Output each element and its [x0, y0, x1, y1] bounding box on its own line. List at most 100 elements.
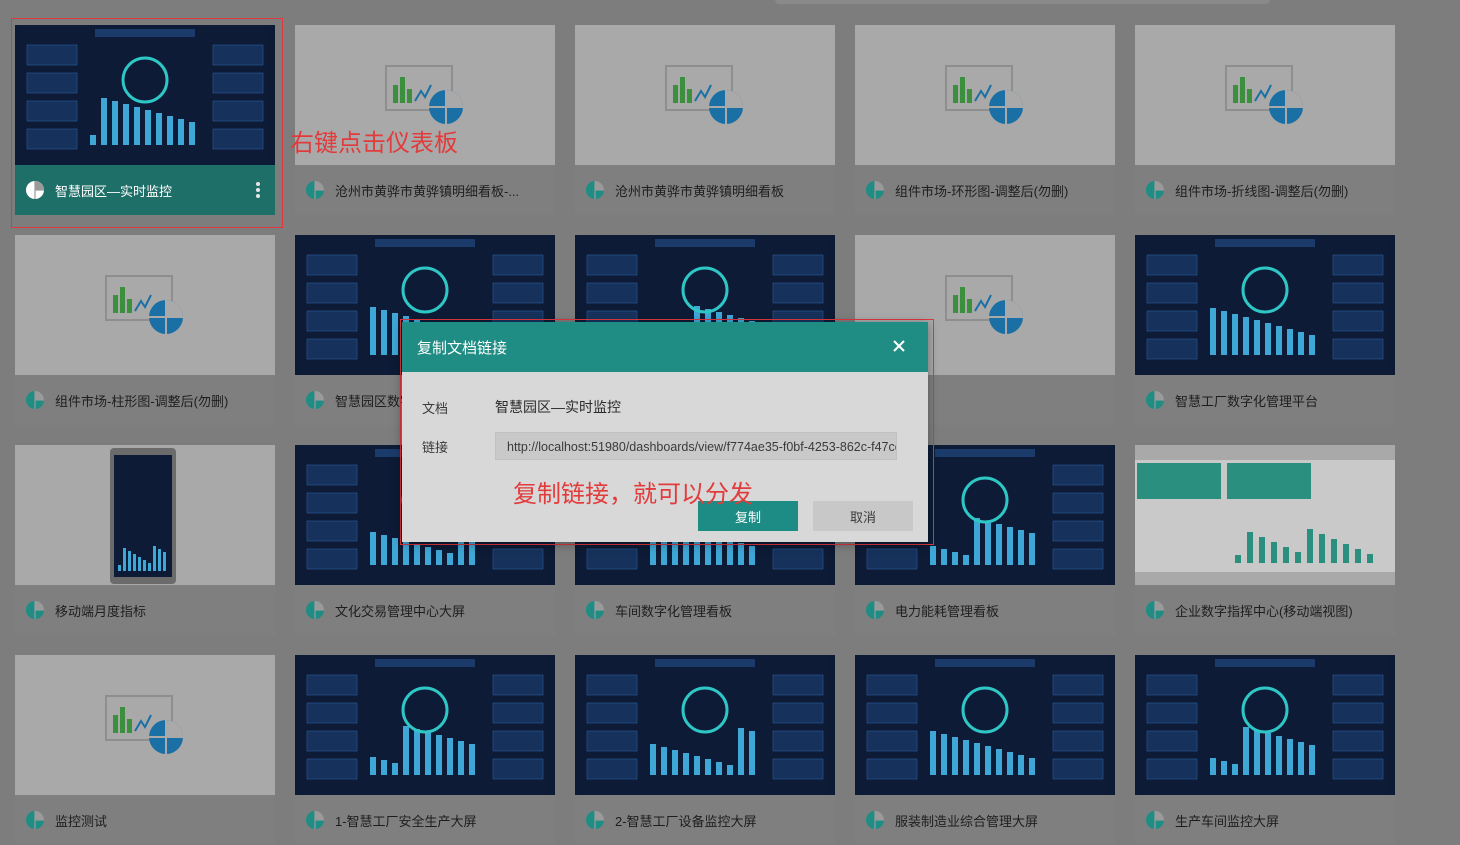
dashboard-type-icon — [26, 601, 44, 619]
dashboard-preview-image — [300, 655, 550, 795]
right-click-annotation: 右键点击仪表板 — [290, 130, 458, 157]
card-title: 文化交易管理中心大屏 — [335, 603, 466, 619]
link-label: 链接 — [422, 439, 449, 455]
card-thumbnail[interactable] — [1135, 655, 1395, 795]
dashboard-type-icon — [1146, 601, 1164, 619]
card-title: 车间数字化管理看板 — [615, 603, 733, 619]
card-footer[interactable]: 沧州市黄骅市黄骅镇明细看板-... — [295, 165, 555, 215]
dialog-header: 复制文档链接 — [402, 322, 928, 372]
dashboard-type-icon — [586, 181, 604, 199]
chart-placeholder-icon — [105, 275, 183, 334]
dashboard-card[interactable]: 组件市场-柱形图-调整后(勿删) — [15, 235, 275, 425]
dashboard-preview-image — [860, 655, 1110, 795]
card-thumbnail[interactable] — [15, 445, 275, 585]
dashboard-preview-image — [1140, 655, 1390, 795]
dashboard-card[interactable]: 1-智慧工厂安全生产大屏 — [295, 655, 555, 845]
doc-value: 智慧园区—实时监控 — [495, 399, 621, 415]
card-thumbnail[interactable] — [15, 655, 275, 795]
dashboard-type-icon — [1146, 811, 1164, 829]
card-footer[interactable]: 服装制造业综合管理大屏 — [855, 795, 1115, 845]
card-footer[interactable]: 企业数字指挥中心(移动端视图) — [1135, 585, 1395, 635]
card-footer[interactable]: 文化交易管理中心大屏 — [295, 585, 555, 635]
card-footer[interactable]: 监控测试 — [15, 795, 275, 845]
dashboard-card[interactable]: 服装制造业综合管理大屏 — [855, 655, 1115, 845]
dashboard-type-icon — [1146, 391, 1164, 409]
card-thumbnail[interactable] — [15, 235, 275, 375]
dashboard-type-icon — [306, 601, 324, 619]
card-footer[interactable]: 移动端月度指标 — [15, 585, 275, 635]
card-title: 服装制造业综合管理大屏 — [895, 813, 1039, 829]
card-footer[interactable]: 沧州市黄骅市黄骅镇明细看板 — [575, 165, 835, 215]
card-thumbnail[interactable] — [855, 655, 1115, 795]
dialog-title: 复制文档链接 — [417, 339, 508, 357]
dashboard-type-icon — [866, 181, 884, 199]
card-thumbnail[interactable] — [1135, 25, 1395, 165]
card-title: 2-智慧工厂设备监控大屏 — [615, 813, 757, 829]
dashboard-card[interactable]: 生产车间监控大屏 — [1135, 655, 1395, 845]
card-thumbnail[interactable] — [575, 655, 835, 795]
card-title: 1-智慧工厂安全生产大屏 — [335, 813, 477, 829]
card-title: 组件市场-柱形图-调整后(勿删) — [55, 393, 229, 409]
card-title: 监控测试 — [55, 813, 108, 829]
card-thumbnail[interactable] — [295, 655, 555, 795]
card-footer[interactable]: 电力能耗管理看板 — [855, 585, 1115, 635]
dashboard-preview-image — [580, 655, 830, 795]
card-thumbnail[interactable] — [1135, 235, 1395, 375]
link-field[interactable]: http://localhost:51980/dashboards/view/f… — [495, 432, 897, 460]
card-footer[interactable]: 组件市场-环形图-调整后(勿删) — [855, 165, 1115, 215]
dashboard-card[interactable]: 企业数字指挥中心(移动端视图) — [1135, 445, 1395, 635]
card-footer[interactable]: 1-智慧工厂安全生产大屏 — [295, 795, 555, 845]
dashboard-type-icon — [866, 601, 884, 619]
dashboard-type-icon — [866, 811, 884, 829]
copy-hint-annotation: 复制链接，就可以分发 — [513, 481, 753, 508]
dashboard-type-icon — [306, 811, 324, 829]
chart-placeholder-icon — [945, 65, 1023, 124]
card-title: 电力能耗管理看板 — [895, 603, 1000, 619]
card-title: 生产车间监控大屏 — [1175, 813, 1280, 829]
cancel-button[interactable]: 取消 — [813, 501, 913, 531]
copy-link-dialog: 复制文档链接 文档 智慧园区—实时监控 链接 http://localhost:… — [402, 322, 928, 542]
card-thumbnail[interactable] — [855, 25, 1115, 165]
dashboard-type-icon — [26, 391, 44, 409]
dashboard-type-icon — [586, 601, 604, 619]
chart-placeholder-icon — [1225, 65, 1303, 124]
dashboard-type-icon — [306, 391, 324, 409]
chart-placeholder-icon — [385, 65, 463, 124]
card-footer[interactable]: 组件市场-柱形图-调整后(勿删) — [15, 375, 275, 425]
card-footer[interactable]: 车间数字化管理看板 — [575, 585, 835, 635]
card-title: 企业数字指挥中心(移动端视图) — [1175, 603, 1353, 619]
dashboard-card[interactable]: 2-智慧工厂设备监控大屏 — [575, 655, 835, 845]
card-title: 智慧工厂数字化管理平台 — [1175, 393, 1319, 409]
card-footer[interactable]: 生产车间监控大屏 — [1135, 795, 1395, 845]
mobile-preview-image — [110, 448, 176, 584]
dashboard-card[interactable]: 沧州市黄骅市黄骅镇明细看板 — [575, 25, 835, 215]
card-title: 组件市场-折线图-调整后(勿删) — [1175, 183, 1349, 199]
dashboard-type-icon — [26, 811, 44, 829]
dashboard-card[interactable]: 组件市场-环形图-调整后(勿删) — [855, 25, 1115, 215]
link-row: 链接 http://localhost:51980/dashboards/vie… — [422, 432, 897, 460]
card-title: 沧州市黄骅市黄骅镇明细看板 — [615, 183, 785, 199]
card-thumbnail[interactable] — [575, 25, 835, 165]
doc-row: 文档 智慧园区—实时监控 — [422, 397, 621, 417]
dashboard-preview-image — [1135, 460, 1395, 572]
doc-label: 文档 — [422, 400, 449, 416]
dashboard-type-icon — [1146, 181, 1164, 199]
dashboard-card[interactable]: 移动端月度指标 — [15, 445, 275, 635]
dashboard-type-icon — [586, 811, 604, 829]
dashboard-card[interactable]: 沧州市黄骅市黄骅镇明细看板-... — [295, 25, 555, 215]
card-title: 移动端月度指标 — [55, 603, 147, 619]
dashboard-card[interactable]: 监控测试 — [15, 655, 275, 845]
chart-placeholder-icon — [105, 695, 183, 754]
card-title: 组件市场-环形图-调整后(勿删) — [895, 183, 1069, 199]
card-footer[interactable]: 组件市场-折线图-调整后(勿删) — [1135, 165, 1395, 215]
chart-placeholder-icon — [665, 65, 743, 124]
dashboard-type-icon — [306, 181, 324, 199]
chart-placeholder-icon — [945, 275, 1023, 334]
card-title: 沧州市黄骅市黄骅镇明细看板-... — [335, 183, 520, 199]
card-footer[interactable]: 2-智慧工厂设备监控大屏 — [575, 795, 835, 845]
card-thumbnail[interactable] — [1135, 445, 1395, 585]
dashboard-card[interactable]: 组件市场-折线图-调整后(勿删) — [1135, 25, 1395, 215]
dashboard-card[interactable]: 智慧工厂数字化管理平台 — [1135, 235, 1395, 425]
card-footer[interactable]: 智慧工厂数字化管理平台 — [1135, 375, 1395, 425]
close-icon[interactable] — [890, 337, 908, 355]
